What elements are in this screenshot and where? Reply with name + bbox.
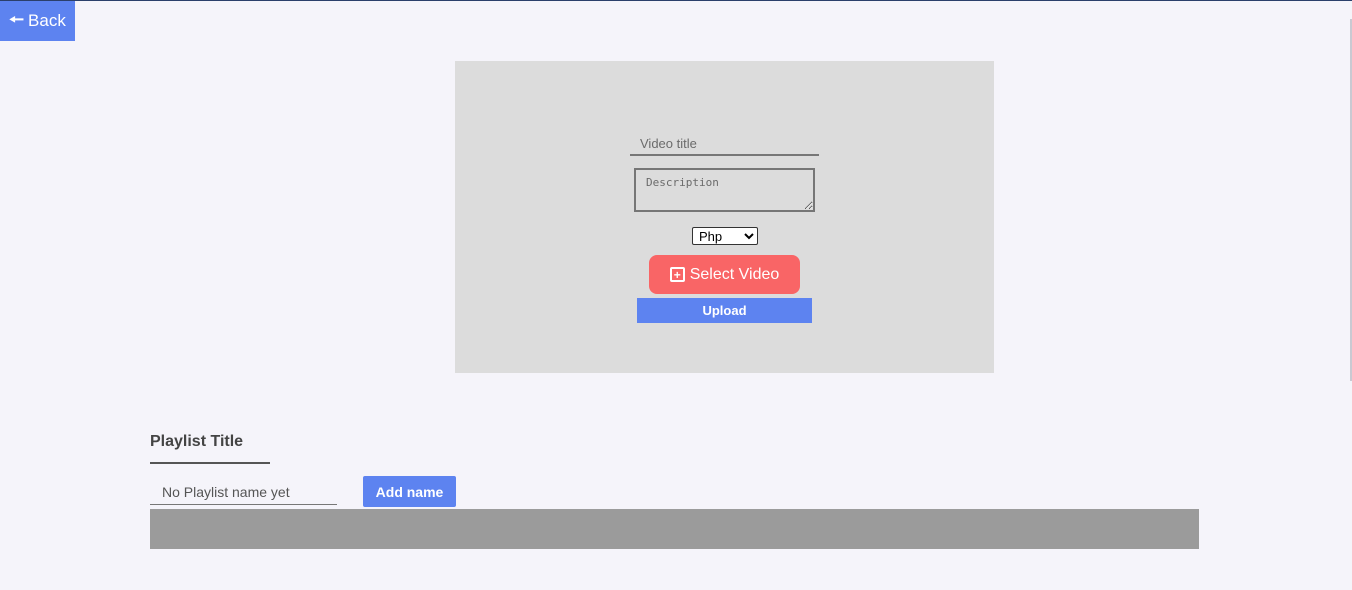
back-button[interactable]: 🠔 Back <box>0 1 75 41</box>
upload-label: Upload <box>702 303 747 318</box>
description-input[interactable] <box>634 168 815 212</box>
playlist-name-input[interactable] <box>150 480 337 505</box>
add-name-label: Add name <box>375 483 444 500</box>
category-select[interactable]: Php <box>692 227 758 245</box>
video-title-input[interactable] <box>630 132 819 156</box>
plus-square-icon: + <box>669 267 685 282</box>
back-label: Back <box>28 11 66 30</box>
heading-underline <box>150 462 270 464</box>
upload-panel: Php + Select Video Upload <box>455 61 994 373</box>
add-name-button[interactable]: Add name <box>363 476 456 507</box>
arrow-left-icon: 🠔 <box>9 9 25 29</box>
upload-button[interactable]: Upload <box>637 298 812 323</box>
select-video-button[interactable]: + Select Video <box>649 255 800 294</box>
playlist-title-heading: Playlist Title <box>150 433 244 450</box>
playlist-bar <box>150 509 1199 549</box>
select-video-label: Select Video <box>689 265 780 283</box>
